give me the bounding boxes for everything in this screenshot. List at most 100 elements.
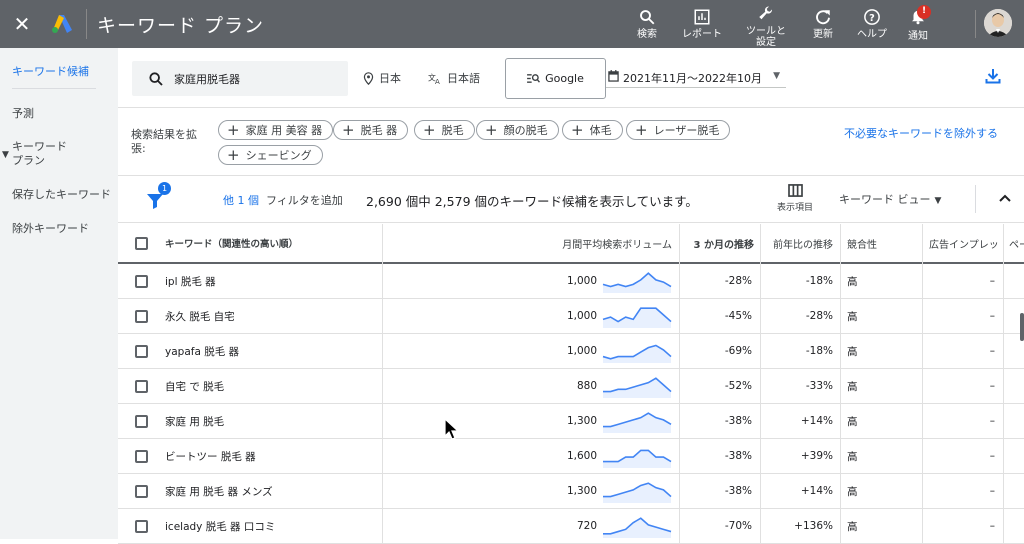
nav-label: ヘルプ [857, 29, 887, 40]
trend-sparkline[interactable] [602, 374, 672, 398]
divider [86, 9, 87, 39]
language-selector[interactable]: 文A 日本語 [428, 70, 480, 86]
trend-sparkline[interactable] [602, 444, 672, 468]
avatar[interactable] [984, 9, 1012, 37]
keyword-view-dropdown[interactable]: キーワード ビュー ▼ [839, 191, 941, 207]
broaden-chip[interactable]: + 脱毛 器 [333, 120, 409, 140]
search-network-icon [527, 74, 541, 83]
trend-sparkline[interactable] [602, 339, 672, 363]
column-header-impression-share[interactable]: 広告インプレッ [929, 224, 1005, 262]
translate-icon: 文A [428, 72, 440, 85]
add-filter-button[interactable]: フィルタを追加 [266, 192, 343, 208]
chip-label: 顔の脱毛 [503, 124, 548, 137]
nav-help-button[interactable]: ? ヘルプ [854, 0, 890, 48]
location-label: 日本 [379, 72, 401, 85]
table-row[interactable]: yapafa 脱毛 器 1,000 -69% -18% 高 – [118, 334, 1024, 369]
exclude-keywords-link[interactable]: 不必要なキーワードを除外する [835, 126, 1007, 141]
sidebar-item-forecast[interactable]: 予測 [12, 107, 34, 121]
sidebar-item-keyword-ideas[interactable]: キーワード候補 [12, 65, 89, 79]
broaden-search-row: 検索結果を拡張: + 家庭 用 美容 器 + 脱毛 器 + 脱毛 + 顔の脱毛 + 体毛 … [118, 109, 1024, 176]
yoy-change: -33% [805, 380, 833, 392]
download-icon[interactable] [985, 68, 1001, 88]
nav-search-button[interactable]: 検索 [628, 0, 666, 48]
location-selector[interactable]: 日本 [363, 70, 401, 86]
columns-button[interactable]: 表示項目 [773, 184, 817, 213]
other-filters-link[interactable]: 他 1 個 [223, 192, 259, 208]
broaden-chip[interactable]: + 体毛 [562, 120, 623, 140]
row-checkbox[interactable] [135, 474, 148, 508]
trend-sparkline[interactable] [602, 514, 672, 538]
row-checkbox[interactable] [135, 264, 148, 298]
column-header-yoy[interactable]: 前年比の推移 [764, 224, 833, 262]
search-network-selector[interactable]: Google [505, 58, 606, 99]
location-pin-icon [363, 71, 374, 85]
sidebar-item-keyword-plan[interactable]: キーワード プラン [12, 140, 67, 168]
keyword-text: 家庭 用 脱毛 器 メンズ [165, 485, 273, 498]
sparkline-area [603, 413, 671, 433]
chip-label: シェービング [245, 149, 312, 162]
row-checkbox[interactable] [135, 369, 148, 403]
nav-tools-button[interactable]: ツールと 設定 [741, 2, 791, 50]
keyword-text: 自宅 で 脱毛 [165, 380, 225, 393]
keyword-text: ipl 脱毛 器 [165, 275, 216, 288]
column-header-competition[interactable]: 競合性 [847, 224, 877, 262]
chip-label: 脱毛 器 [360, 124, 398, 137]
keyword-search-input[interactable]: 家庭用脱毛器 [132, 61, 348, 96]
table-row[interactable]: 家庭 用 脱毛 1,300 -38% +14% 高 – [118, 404, 1024, 439]
column-header-keyword[interactable]: キーワード（関連性の高い順） [165, 224, 298, 262]
volume-value: 1,300 [566, 485, 597, 497]
three-month-change: -45% [724, 310, 752, 322]
trend-sparkline[interactable] [602, 269, 672, 293]
network-label: Google [545, 72, 584, 85]
nav-refresh-button[interactable]: 更新 [807, 0, 839, 48]
trend-sparkline[interactable] [602, 409, 672, 433]
close-icon[interactable]: ✕ [0, 0, 44, 48]
column-header-volume[interactable]: 月間平均検索ボリューム [502, 224, 672, 262]
broaden-chip[interactable]: + レーザー脱毛 [626, 120, 731, 140]
trend-sparkline[interactable] [602, 304, 672, 328]
table-row[interactable]: 自宅 で 脱毛 880 -52% -33% 高 – [118, 369, 1024, 404]
competition-value: 高 [847, 520, 858, 533]
svg-text:?: ? [869, 13, 875, 24]
nav-label: 検索 [637, 29, 657, 40]
nav-notifications-button[interactable]: ! 通知 [902, 0, 934, 48]
broaden-chip[interactable]: + 家庭 用 美容 器 [218, 120, 334, 140]
nav-label: 更新 [813, 29, 833, 40]
divider [12, 88, 96, 89]
select-all-checkbox[interactable] [135, 224, 148, 262]
keyword-text: ビートツー 脱毛 器 [165, 450, 256, 463]
broaden-chip[interactable]: + 顔の脱毛 [476, 120, 559, 140]
trend-sparkline[interactable] [602, 479, 672, 503]
help-icon: ? [864, 9, 880, 25]
sidebar-item-saved-keywords[interactable]: 保存したキーワード [12, 188, 111, 202]
column-header-extra[interactable]: ペー [1009, 224, 1024, 262]
table-row[interactable]: ビートツー 脱毛 器 1,600 -38% +39% 高 – [118, 439, 1024, 474]
row-checkbox[interactable] [135, 334, 148, 368]
broaden-chip[interactable]: + 脱毛 [414, 120, 475, 140]
broaden-chip[interactable]: + シェービング [218, 145, 323, 165]
impression-share-value: – [989, 345, 995, 357]
horizontal-scrollbar[interactable] [1020, 313, 1024, 341]
three-month-change: -38% [724, 450, 752, 462]
sidebar-item-negative-keywords[interactable]: 除外キーワード [12, 222, 89, 236]
chevron-up-icon[interactable] [999, 191, 1011, 205]
nav-report-button[interactable]: レポート [680, 0, 724, 48]
row-checkbox[interactable] [135, 299, 148, 333]
row-checkbox[interactable] [135, 439, 148, 473]
search-icon [149, 71, 163, 86]
row-checkbox[interactable] [135, 404, 148, 438]
top-app-bar: ✕ キーワード プラン 検索 レポート ツールと 設定 更新 ? ヘルプ ! 通… [0, 0, 1024, 48]
column-header-three-month[interactable]: 3 か月の推移 [681, 224, 754, 262]
columns-icon [787, 184, 803, 197]
date-range-selector[interactable]: 2021年11月～2022年10月 ▼ [606, 70, 786, 88]
table-row[interactable]: 家庭 用 脱毛 器 メンズ 1,300 -38% +14% 高 – [118, 474, 1024, 509]
broaden-label: 検索結果を拡張: [131, 128, 197, 155]
column-divider [760, 224, 761, 544]
competition-value: 高 [847, 415, 858, 428]
row-checkbox[interactable] [135, 509, 148, 543]
date-range-label: 2021年11月～2022年10月 [623, 72, 762, 85]
table-row[interactable]: ipl 脱毛 器 1,000 -28% -18% 高 – [118, 264, 1024, 299]
table-row[interactable]: 永久 脱毛 自宅 1,000 -45% -28% 高 – [118, 299, 1024, 334]
plus-icon: + [571, 121, 584, 139]
caret-down-icon[interactable]: ▼ [2, 150, 9, 160]
